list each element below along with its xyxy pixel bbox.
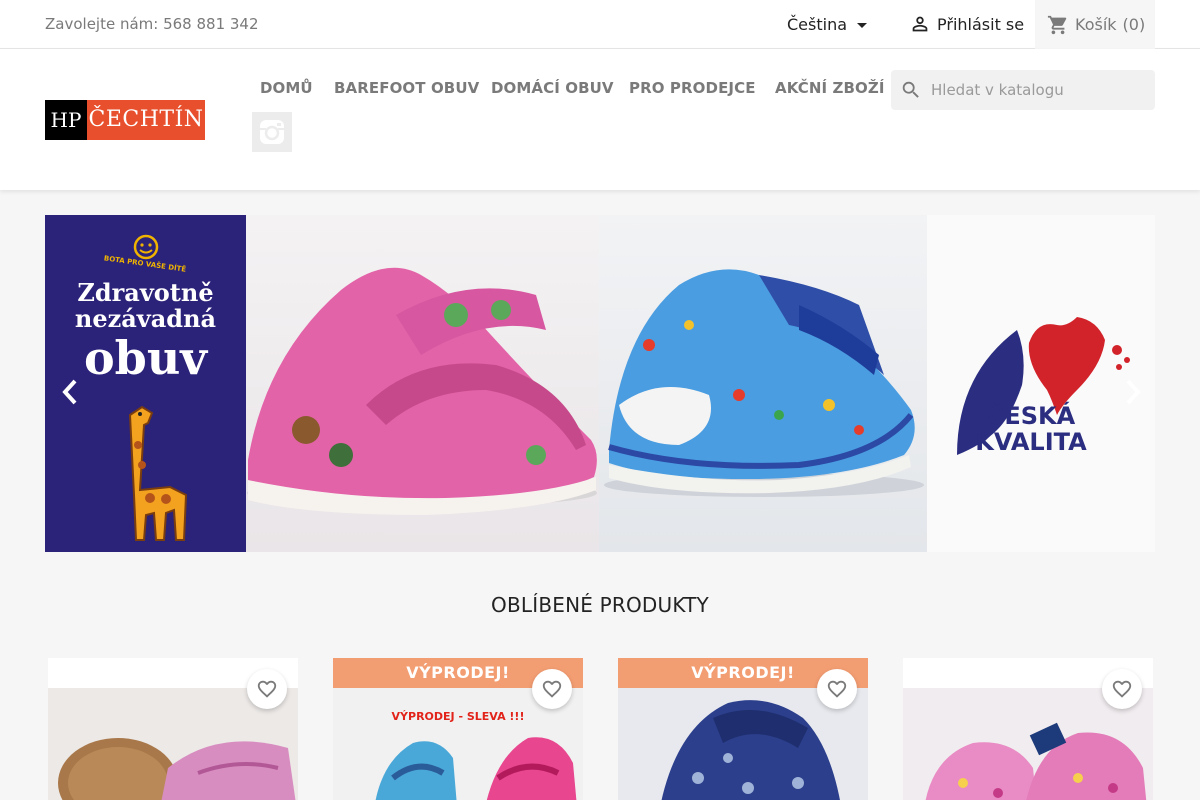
top-bar: Zavolejte nám: 568 881 342 Čeština Přihl… [0, 0, 1200, 49]
shopping-cart-icon [1047, 15, 1067, 34]
heart-icon [1112, 680, 1132, 698]
giraffe-illustration [128, 405, 188, 541]
language-selector[interactable]: Čeština [787, 15, 868, 34]
cart-button[interactable]: Košík (0) [1035, 0, 1155, 49]
hero-slider: BOTA PRO VAŠE DÍTĚ Zdravotně nezávadná o… [45, 215, 1155, 552]
logo-left: HP [45, 100, 87, 140]
heart-icon [542, 680, 562, 698]
user-icon [912, 16, 928, 32]
language-label: Čeština [787, 15, 848, 34]
product-card[interactable]: VÝPRODEJ! VÝPRODEJ - SLEVA !!! [333, 658, 583, 800]
contact-phone: Zavolejte nám: 568 881 342 [45, 15, 259, 33]
czech-quality-text: ČESKÁ KVALITA [927, 403, 1135, 455]
main-header: HP ČECHTÍN DOMŮ BAREFOOT OBUV DOMÁCÍ OBU… [0, 49, 1200, 190]
search-icon[interactable] [891, 79, 931, 101]
heart-icon [257, 680, 277, 698]
product-card[interactable] [903, 658, 1153, 800]
banner-panel-czech-quality: ČESKÁ KVALITA [927, 215, 1155, 552]
czech-quality-logo [957, 317, 1130, 455]
nav-item-home-shoes[interactable]: DOMÁCÍ OBUV [491, 79, 614, 97]
banner-line-2: nezávadná [74, 304, 217, 333]
section-title: OBLÍBENÉ PRODUKTY [491, 593, 709, 617]
cart-count: (0) [1122, 15, 1146, 34]
product-card[interactable] [48, 658, 298, 800]
nav-item-home[interactable]: DOMŮ [260, 79, 313, 97]
czech-quality-line-2: KVALITA [975, 428, 1087, 456]
logo-right: ČECHTÍN [87, 100, 205, 140]
instagram-icon [260, 120, 284, 144]
favorite-button[interactable] [817, 669, 857, 709]
product-card[interactable]: VÝPRODEJ! [618, 658, 868, 800]
search-box [891, 70, 1155, 110]
banner-panel-blue-slipper [599, 215, 927, 552]
favorite-button[interactable] [532, 669, 572, 709]
caret-down-icon [857, 23, 868, 28]
signin-link[interactable]: Přihlásit se [909, 13, 1024, 35]
chevron-right-icon[interactable] [1123, 377, 1143, 407]
heart-icon [827, 680, 847, 698]
nav-item-sale[interactable]: AKČNÍ ZBOŽÍ [775, 79, 885, 97]
nav-item-barefoot[interactable]: BAREFOOT OBUV [334, 79, 479, 97]
banner-headline: Zdravotně nezávadná [45, 280, 246, 332]
site-logo[interactable]: HP ČECHTÍN [45, 100, 205, 140]
banner-line-1: Zdravotně [77, 278, 214, 307]
banner-panel-pink-slipper [246, 215, 599, 552]
search-input[interactable] [931, 81, 1141, 99]
favorite-button[interactable] [247, 669, 287, 709]
signin-label: Přihlásit se [937, 14, 1025, 34]
czech-quality-line-1: ČESKÁ [986, 402, 1076, 430]
chevron-left-icon[interactable] [60, 377, 80, 407]
instagram-link[interactable] [252, 112, 292, 152]
favorite-button[interactable] [1102, 669, 1142, 709]
nav-item-resellers[interactable]: PRO PRODEJCE [629, 79, 756, 97]
blue-slipper-image [604, 269, 924, 497]
cart-label: Košík [1075, 15, 1117, 34]
pink-slipper-image [247, 267, 597, 515]
